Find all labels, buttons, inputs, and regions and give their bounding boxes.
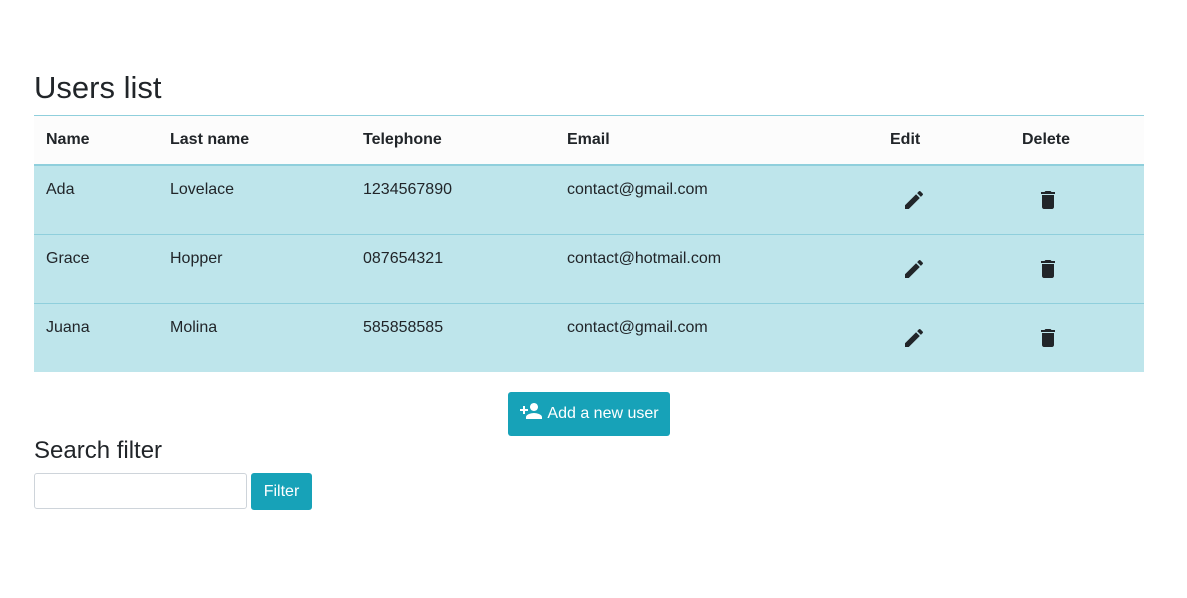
trash-icon[interactable] (1036, 257, 1060, 281)
header-delete: Delete (1022, 131, 1071, 148)
pencil-icon[interactable] (902, 257, 926, 281)
cell-email: contact@gmail.com (567, 181, 708, 198)
cell-name: Juana (46, 318, 90, 336)
filter-button[interactable]: Filter (251, 473, 312, 510)
search-filter-title: Search filter (34, 437, 163, 464)
cell-delete (1010, 234, 1144, 303)
table-row: Juana Molina 585858585 contact@gmail.com (34, 303, 1144, 372)
header-edit: Edit (890, 131, 921, 148)
pencil-icon[interactable] (902, 326, 926, 350)
table-row: Grace Hopper 087654321 contact@hotmail.c… (34, 234, 1144, 303)
page-title: Users list (34, 70, 162, 105)
cell-edit (878, 303, 1010, 372)
pencil-icon[interactable] (902, 188, 926, 212)
cell-last-name: Lovelace (170, 181, 235, 198)
trash-icon[interactable] (1036, 326, 1060, 350)
add-user-label: Add a new user (547, 405, 659, 422)
page: Users list Name Last name Telephone Emai… (0, 0, 1187, 598)
cell-email: contact@gmail.com (567, 318, 708, 336)
cell-last-name: Hopper (170, 249, 223, 267)
person-add-icon (519, 399, 543, 423)
cell-last-name: Molina (170, 318, 218, 336)
users-table: Name Last name Telephone Email Edit Dele… (34, 115, 1144, 372)
cell-email: contact@hotmail.com (567, 249, 722, 267)
cell-delete (1010, 303, 1144, 372)
cell-delete (1010, 165, 1144, 234)
cell-telephone: 087654321 (363, 249, 444, 267)
table-header-row: Name Last name Telephone Email Edit Dele… (34, 115, 1144, 165)
search-input[interactable] (34, 473, 247, 509)
header-name: Name (46, 131, 90, 148)
add-user-button[interactable]: Add a new user (508, 392, 670, 436)
cell-edit (878, 165, 1010, 234)
cell-name: Ada (46, 181, 75, 198)
cell-telephone: 1234567890 (363, 181, 452, 198)
trash-icon[interactable] (1036, 188, 1060, 212)
header-last-name: Last name (170, 131, 250, 148)
table-row: Ada Lovelace 1234567890 contact@gmail.co… (34, 165, 1144, 234)
cell-edit (878, 234, 1010, 303)
header-telephone: Telephone (363, 131, 442, 148)
cell-name: Grace (46, 249, 90, 267)
cell-telephone: 585858585 (363, 318, 444, 336)
header-email: Email (567, 131, 610, 148)
